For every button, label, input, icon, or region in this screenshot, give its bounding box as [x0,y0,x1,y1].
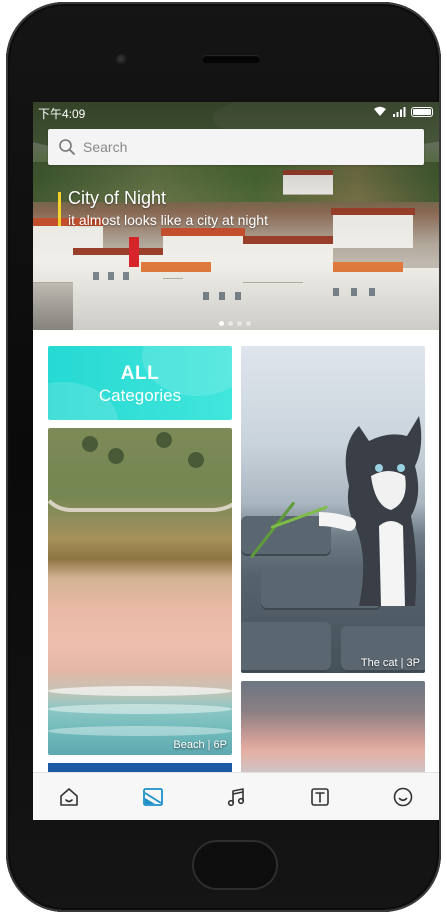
page-dot [219,321,224,326]
cat-illustration [319,416,422,606]
page-dot [228,321,233,326]
wifi-icon [373,106,387,117]
front-camera [116,54,128,66]
wave-foam [48,686,232,696]
beach-tile[interactable]: Beach | 6P [48,428,232,755]
phone-frame: 下午4:09 Search City of Night it almost lo… [6,2,441,912]
tab-wallpapers[interactable] [141,785,165,809]
earpiece [202,55,260,63]
banner-subtitle: it almost looks like a city at night [68,212,268,228]
battery-icon [411,106,433,117]
search-input[interactable]: Search [83,139,127,155]
bottom-tab-bar [33,772,439,820]
wave-foam [48,704,232,714]
status-icons [373,106,433,117]
banner-title: City of Night [68,188,167,208]
home-icon [60,787,78,806]
beach-tile-label: Beach | 6P [173,739,227,751]
banner-page-indicator [219,321,251,326]
banner-caption: City of Night it almost looks like a cit… [58,188,268,228]
status-time: 下午4:09 [38,107,86,121]
palm-tree [108,448,124,464]
page-dot [237,321,242,326]
status-bar: 下午4:09 [33,102,439,122]
music-icon [227,787,245,806]
cat-tile[interactable]: The cat | 3P [241,346,425,673]
wallpaper-icon [142,787,163,806]
featured-banner[interactable]: 下午4:09 Search City of Night it almost lo… [33,102,439,330]
caption-accent-bar [58,192,61,226]
app-screen: 下午4:09 Search City of Night it almost lo… [33,102,439,820]
signal-icon [392,106,406,117]
tab-fonts[interactable] [308,785,332,809]
tab-ringtones[interactable] [224,785,248,809]
palm-tree [188,452,204,468]
palm-tree [156,432,172,448]
palm-tree [82,436,98,452]
smiley-icon [393,787,413,806]
tab-home[interactable] [57,785,81,809]
tab-profile[interactable] [391,785,415,809]
all-categories-title: ALL [120,363,160,384]
wave-foam [48,726,232,736]
font-icon [310,787,329,806]
clouds-tile[interactable] [241,681,425,781]
home-button[interactable] [192,840,278,890]
search-icon [58,138,76,156]
page-dot [246,321,251,326]
beach-road [48,468,232,512]
all-categories-tile[interactable]: ALL Categories [48,346,232,420]
search-bar[interactable]: Search [48,129,424,165]
cat-tile-label: The cat | 3P [360,657,420,669]
all-categories-subtitle: Categories [98,386,182,405]
stone [241,622,331,672]
